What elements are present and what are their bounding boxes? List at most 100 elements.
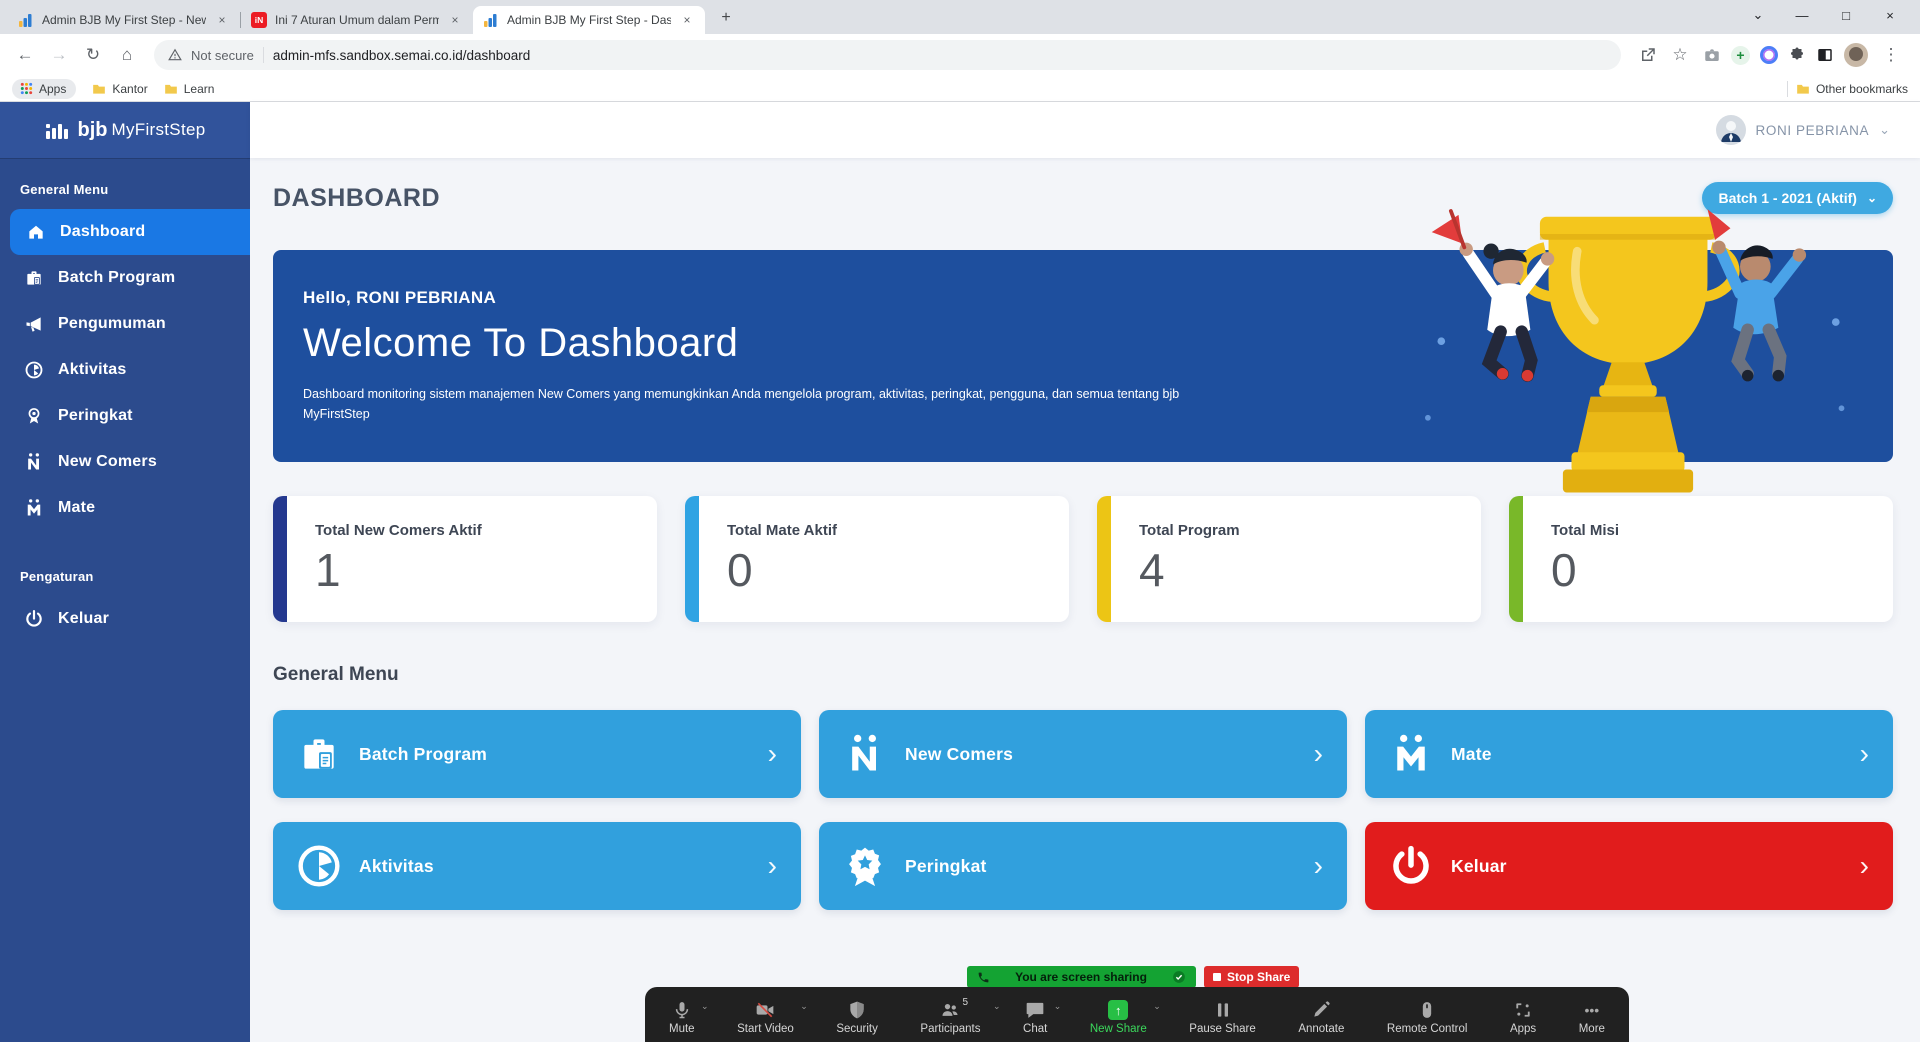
forward-icon[interactable]: →	[44, 40, 74, 70]
app-logo[interactable]: bjb MyFirstStep	[0, 102, 250, 158]
page-title: DASHBOARD	[273, 184, 440, 213]
screen-sharing-status: You are screen sharing	[967, 966, 1196, 988]
sidebar-item-new-comers[interactable]: New Comers	[0, 439, 250, 485]
chevron-icon[interactable]: ⌄	[1153, 1001, 1161, 1012]
reload-icon[interactable]: ↻	[78, 40, 108, 70]
stat-label: Total Program	[1139, 522, 1461, 539]
sidebar-item-peringkat[interactable]: Peringkat	[0, 393, 250, 439]
tab-close-icon[interactable]: ×	[214, 12, 230, 28]
window-minimize-icon[interactable]: —	[1780, 0, 1824, 30]
menu-card-peringkat[interactable]: Peringkat ›	[819, 822, 1347, 910]
security-label[interactable]: Not secure	[191, 48, 254, 63]
folder-icon	[1796, 83, 1810, 95]
other-bookmarks[interactable]: Other bookmarks	[1796, 82, 1908, 96]
screenshot-camera-icon[interactable]	[1703, 46, 1721, 64]
sidebar-item-mate[interactable]: Mate	[0, 485, 250, 531]
batch-selector[interactable]: Batch 1 - 2021 (Aktif) ⌄	[1702, 182, 1893, 214]
browser-tab-2[interactable]: iN Ini 7 Aturan Umum dalam Perma ×	[241, 6, 473, 34]
bookmark-kantor[interactable]: Kantor	[92, 82, 147, 96]
zoom-start-video-button[interactable]: ⌄ Start Video	[737, 1000, 794, 1035]
address-bar[interactable]: Not secure admin-mfs.sandbox.semai.co.id…	[154, 40, 1621, 70]
sidebar-item-pengumuman[interactable]: Pengumuman	[0, 301, 250, 347]
window-restore-icon[interactable]: □	[1824, 0, 1868, 30]
menu-card-keluar[interactable]: Keluar ›	[1365, 822, 1893, 910]
mate-icon	[24, 498, 44, 518]
window-close-icon[interactable]: ×	[1868, 0, 1912, 30]
browser-menu-icon[interactable]: ⋮	[1878, 40, 1904, 70]
extension-ring-icon[interactable]	[1760, 46, 1778, 64]
tab-close-icon[interactable]: ×	[447, 12, 463, 28]
browser-tab-3-active[interactable]: Admin BJB My First Step - Dashb ×	[473, 6, 705, 34]
medal-icon	[24, 406, 44, 426]
pencil-icon	[1311, 1000, 1331, 1020]
chevron-icon[interactable]: ⌄	[701, 1001, 709, 1012]
bookmark-label: Apps	[39, 82, 66, 96]
back-icon[interactable]: ←	[10, 40, 40, 70]
other-bookmarks-label: Other bookmarks	[1816, 82, 1908, 96]
stat-value: 0	[1551, 543, 1873, 597]
zoom-remote-control-button[interactable]: Remote Control	[1387, 1000, 1468, 1035]
stat-card-misi: Total Misi 0	[1509, 496, 1893, 622]
new-tab-button[interactable]: +	[713, 5, 739, 31]
tab-close-icon[interactable]: ×	[679, 12, 695, 28]
welcome-banner: Hello, RONI PEBRIANA Welcome To Dashboar…	[273, 250, 1893, 462]
chevron-icon[interactable]: ⌄	[800, 1001, 808, 1012]
zoom-security-button[interactable]: Security	[836, 1000, 878, 1035]
zoom-more-button[interactable]: ••• More	[1579, 1000, 1605, 1035]
bookmark-star-icon[interactable]: ☆	[1667, 40, 1693, 70]
stats-row: Total New Comers Aktif 1 Total Mate Akti…	[273, 496, 1893, 622]
briefcase-icon	[297, 732, 341, 776]
chevron-icon[interactable]: ⌄	[1054, 1001, 1062, 1012]
share-icon[interactable]	[1639, 46, 1657, 64]
zoom-new-share-button[interactable]: ↑ ⌄ New Share	[1090, 1000, 1147, 1035]
menu-card-new-comers[interactable]: New Comers ›	[819, 710, 1347, 798]
stat-value: 1	[315, 543, 637, 597]
extensions-puzzle-icon[interactable]	[1788, 46, 1806, 64]
general-menu-grid: Batch Program › New Comers › Mate ›	[273, 710, 1893, 910]
side-panel-icon[interactable]	[1816, 46, 1834, 64]
menu-card-mate[interactable]: Mate ›	[1365, 710, 1893, 798]
sidebar-section-general: General Menu	[0, 158, 250, 209]
screen: Admin BJB My First Step - New C × iN Ini…	[0, 0, 1920, 1042]
stat-card-new-comers: Total New Comers Aktif 1	[273, 496, 657, 622]
window-menu-chevron-icon[interactable]: ⌄	[1736, 0, 1780, 30]
megaphone-icon	[24, 314, 44, 334]
sidebar-item-batch-program[interactable]: Batch Program	[0, 255, 250, 301]
url-text[interactable]: admin-mfs.sandbox.semai.co.id/dashboard	[273, 48, 530, 63]
bjb-favicon	[483, 12, 499, 28]
browser-profile-avatar[interactable]	[1844, 43, 1868, 67]
zoom-apps-button[interactable]: Apps	[1510, 1000, 1536, 1035]
zoom-mute-button[interactable]: ⌄ Mute	[669, 1000, 695, 1035]
sidebar-item-keluar[interactable]: Keluar	[0, 596, 250, 642]
menu-card-aktivitas[interactable]: Aktivitas ›	[273, 822, 801, 910]
not-secure-warning-icon	[168, 48, 182, 62]
zoom-chat-button[interactable]: ⌄ Chat	[1023, 1000, 1047, 1035]
user-menu[interactable]: RONI PEBRIANA ⌄	[1716, 115, 1890, 145]
sidebar-item-dashboard[interactable]: Dashboard	[10, 209, 250, 255]
chevron-right-icon: ›	[768, 738, 777, 770]
apps-grid-icon	[20, 82, 33, 95]
phone-icon	[977, 971, 990, 984]
bookmark-label: Learn	[184, 82, 215, 96]
browser-tab-1[interactable]: Admin BJB My First Step - New C ×	[8, 6, 240, 34]
sidebar-item-aktivitas[interactable]: Aktivitas	[0, 347, 250, 393]
home-icon[interactable]: ⌂	[112, 40, 142, 70]
bookmark-apps[interactable]: Apps	[12, 79, 76, 99]
shield-icon	[847, 1000, 867, 1020]
sharing-status-text: You are screen sharing	[1015, 970, 1147, 984]
bjb-favicon	[18, 12, 34, 28]
dashboard-content: DASHBOARD Batch 1 - 2021 (Aktif) ⌄ Hello…	[250, 158, 1920, 910]
zoom-annotate-button[interactable]: Annotate	[1298, 1000, 1344, 1035]
bookmark-learn[interactable]: Learn	[164, 82, 215, 96]
stat-label: Total Mate Aktif	[727, 522, 1049, 539]
bjb-logo-icon	[45, 118, 69, 142]
zoom-participants-button[interactable]: 5 ⌄ Participants	[920, 1000, 980, 1035]
shield-check-icon	[1172, 970, 1186, 984]
menu-card-batch-program[interactable]: Batch Program ›	[273, 710, 801, 798]
sidebar-section-settings: Pengaturan	[0, 545, 250, 596]
chevron-icon[interactable]: ⌄	[993, 1001, 1001, 1012]
extension-plus-icon[interactable]: +	[1731, 46, 1750, 65]
chevron-right-icon: ›	[1860, 738, 1869, 770]
zoom-pause-share-button[interactable]: Pause Share	[1189, 1000, 1256, 1035]
stop-share-button[interactable]: Stop Share	[1204, 966, 1299, 988]
